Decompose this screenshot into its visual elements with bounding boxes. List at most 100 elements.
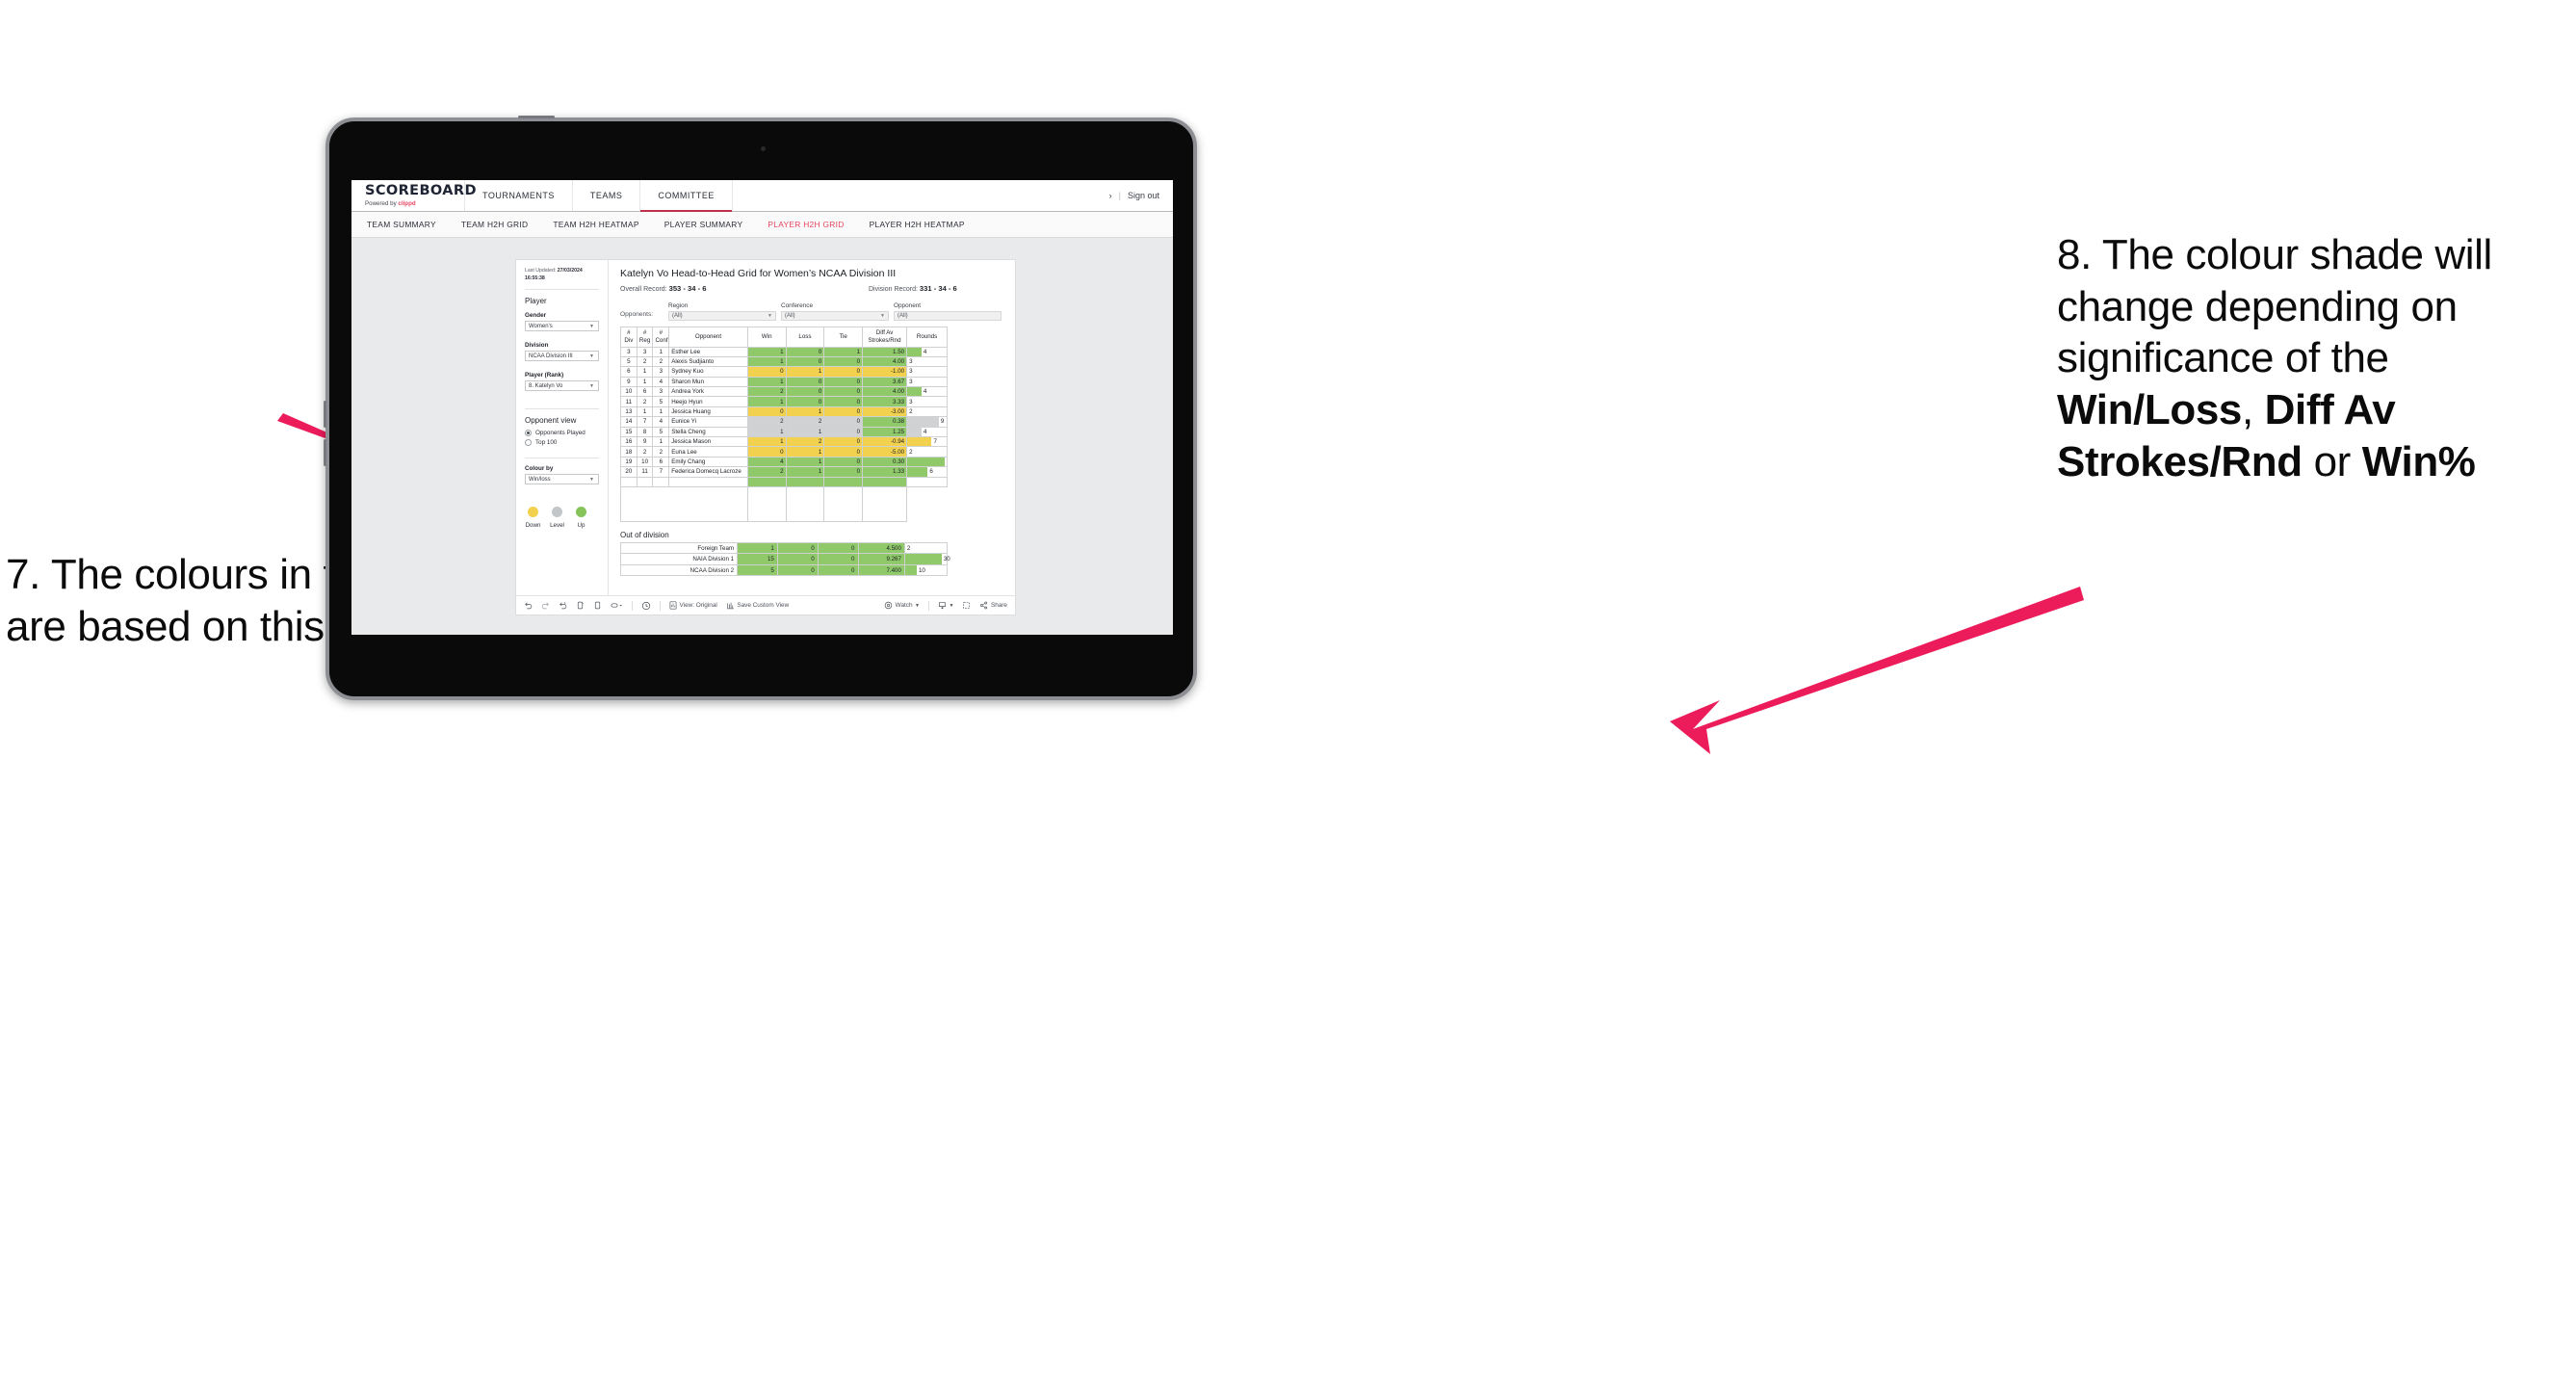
- cell-tie: 0: [823, 386, 864, 398]
- pause-updates-icon[interactable]: [593, 601, 602, 610]
- legend-labels: Down Level Up: [525, 522, 599, 529]
- cell-opponent: Alexis Sudjianto: [668, 355, 748, 368]
- rounds-bar: [904, 554, 942, 564]
- table-row[interactable]: 6 1 3 Sydney Kuo 0 1 0 -1.00 3: [620, 366, 948, 378]
- share-label: Share: [990, 602, 1007, 609]
- toolbar-divider-1: [632, 600, 633, 611]
- cell-win: [746, 476, 787, 487]
- gender-select[interactable]: Women's ▼: [525, 321, 599, 332]
- cell-loss: 1: [785, 426, 825, 438]
- col-loss: Loss: [785, 326, 825, 348]
- rounds-value: 3: [909, 398, 913, 405]
- table-row[interactable]: 20 11 7 Federica Domecq Lacroze 2 1 0 1.33 6: [620, 466, 948, 478]
- cell-diff-av-strokes: 3.33: [862, 396, 908, 407]
- nav-tab-tournaments[interactable]: TOURNAMENTS: [465, 180, 573, 211]
- cell-reg: 1: [636, 376, 654, 388]
- pane-heading-player: Player: [525, 297, 547, 306]
- cell-rounds: 4: [906, 386, 948, 398]
- cell-tie: 0: [823, 456, 864, 468]
- nav-tab-committee[interactable]: COMMITTEE: [640, 180, 733, 212]
- save-custom-view-button[interactable]: Save Custom View: [726, 601, 789, 610]
- filter-pane: Last Updated: 27/03/2024 16:55:38 Player…: [516, 260, 609, 595]
- share-button[interactable]: Share: [979, 601, 1007, 610]
- revert-icon[interactable]: [559, 601, 567, 610]
- filter-conference: Conference (All) ▼: [781, 302, 889, 321]
- nav-tab-teams[interactable]: TEAMS: [573, 180, 641, 211]
- cell-diff-av-strokes: 3.67: [862, 376, 908, 388]
- subtab-team-summary[interactable]: TEAM SUMMARY: [367, 220, 436, 229]
- rounds-bar: [907, 467, 928, 477]
- tablet-device-frame: SCOREBOARD Powered by clippd TOURNAMENTS…: [324, 116, 1197, 700]
- table-row[interactable]: 14 7 4 Eunice Yi 2 2 0 0.38 9: [620, 416, 948, 428]
- viz-bottom-toolbar: View: Original Save Custom View Watch ▼: [516, 595, 1015, 615]
- cell-tie: 0: [823, 426, 864, 438]
- out-of-division-row[interactable]: Foreign Team 1 0 0 4.500 2: [619, 541, 949, 555]
- cell-ood-tie: 0: [817, 563, 859, 577]
- table-row[interactable]: 13 1 1 Jessica Huang 0 1 0 -3.00 2: [620, 405, 948, 418]
- cell-opponent: Sharon Mun: [668, 376, 748, 388]
- out-of-division-row[interactable]: NCAA Division 2 5 0 0 7.400 10: [619, 563, 949, 577]
- watch-button[interactable]: Watch ▼: [884, 601, 920, 610]
- sign-out-link[interactable]: Sign out: [1128, 191, 1159, 200]
- cell-win: 2: [746, 416, 787, 428]
- clock-icon[interactable]: [641, 601, 651, 611]
- table-row[interactable]: 10 6 3 Andrea York 2 0 0 4.00 4: [620, 386, 948, 398]
- subtab-team-h2h-heatmap[interactable]: TEAM H2H HEATMAP: [553, 220, 638, 229]
- col-diff-l1: Diff Av: [875, 329, 894, 337]
- cell-ood-diff: 9.267: [857, 553, 905, 565]
- table-row[interactable]: 11 2 5 Heejo Hyun 1 0 0 3.33 3: [620, 396, 948, 407]
- cell-win: 1: [746, 355, 787, 368]
- cell-win: 4: [746, 456, 787, 468]
- brand-powered-by: Powered by: [365, 199, 399, 207]
- view-original-label: View: Original: [679, 602, 717, 609]
- subtab-player-h2h-grid[interactable]: PLAYER H2H GRID: [768, 220, 844, 229]
- redo-icon[interactable]: [541, 601, 550, 610]
- blank-loss: [785, 486, 825, 522]
- download-button[interactable]: ▼: [938, 601, 953, 610]
- fullscreen-button[interactable]: [962, 601, 971, 610]
- rounds-value: 2: [909, 408, 913, 416]
- legend-label-up: Up: [577, 522, 585, 530]
- highlight-icon[interactable]: [611, 601, 623, 610]
- table-row[interactable]: 9 1 4 Sharon Mun 1 0 0 3.67 3: [620, 376, 948, 388]
- tablet-screen: SCOREBOARD Powered by clippd TOURNAMENTS…: [351, 180, 1173, 635]
- player-rank-select[interactable]: 8. Katelyn Vo ▼: [525, 380, 599, 392]
- last-updated-date: 27/03/2024: [557, 268, 583, 274]
- brand-logo[interactable]: SCOREBOARD Powered by clippd: [351, 180, 477, 211]
- division-select[interactable]: NCAA Division III ▼: [525, 351, 599, 362]
- table-row[interactable]: 18 2 2 Euna Lee 0 1 0 -5.00 2: [620, 446, 948, 458]
- cell-rounds: 6: [906, 466, 948, 478]
- filter-region-select[interactable]: (All) ▼: [668, 310, 776, 321]
- subtab-player-h2h-heatmap[interactable]: PLAYER H2H HEATMAP: [870, 220, 965, 229]
- subtab-team-h2h-grid[interactable]: TEAM H2H GRID: [461, 220, 529, 229]
- division-label: Division: [525, 342, 549, 350]
- filter-opponent-select[interactable]: (All): [894, 310, 1002, 321]
- table-row[interactable]: 19106Emily Chang4100.3011: [620, 456, 948, 468]
- subtab-player-summary[interactable]: PLAYER SUMMARY: [664, 220, 743, 229]
- undo-icon[interactable]: [524, 601, 533, 610]
- colour-by-select[interactable]: Win/loss ▼: [525, 474, 599, 485]
- filter-conference-select[interactable]: (All) ▼: [781, 310, 889, 321]
- view-original-button[interactable]: View: Original: [669, 601, 717, 610]
- nav-tab-tournaments-label: TOURNAMENTS: [482, 191, 555, 200]
- table-row[interactable]: 3 3 1 Esther Lee 1 0 1 1.50 4: [620, 346, 948, 357]
- cell-loss: 1: [785, 446, 825, 458]
- cell-ood-loss: 0: [776, 553, 819, 565]
- table-row[interactable]: 5 2 2 Alexis Sudjianto 1 0 0 4.00 3: [620, 355, 948, 368]
- cell-ood-rounds: 2: [903, 541, 949, 555]
- visualization-body: Last Updated: 27/03/2024 16:55:38 Player…: [516, 260, 1015, 595]
- overall-record-value: 353 - 34 - 6: [668, 284, 707, 293]
- radio-top-100[interactable]: Top 100: [525, 439, 599, 447]
- h2h-grid-body: 3 3 1 Esther Lee 1 0 1 1.50 4 5 2 2 Alexis Sudjianto…: [620, 346, 948, 522]
- table-row[interactable]: 15 8 5 Stella Cheng 1 1 0 1.25 4: [620, 426, 948, 438]
- top-bar-right: › | Sign out: [1109, 180, 1173, 211]
- refresh-data-icon[interactable]: [576, 601, 585, 610]
- cell-rounds: 2: [906, 405, 948, 418]
- gender-label: Gender: [525, 312, 547, 320]
- rounds-bar: [907, 437, 932, 446]
- out-of-division-row[interactable]: NAIA Division 1 15 0 0 9.267 30: [619, 553, 950, 565]
- radio-opponents-played[interactable]: Opponents Played: [525, 430, 599, 437]
- chevron-right-icon[interactable]: ›: [1109, 191, 1112, 200]
- table-row[interactable]: 16 9 1 Jessica Mason 1 2 0 -0.94 7: [620, 435, 948, 448]
- legend-dots: [525, 507, 599, 518]
